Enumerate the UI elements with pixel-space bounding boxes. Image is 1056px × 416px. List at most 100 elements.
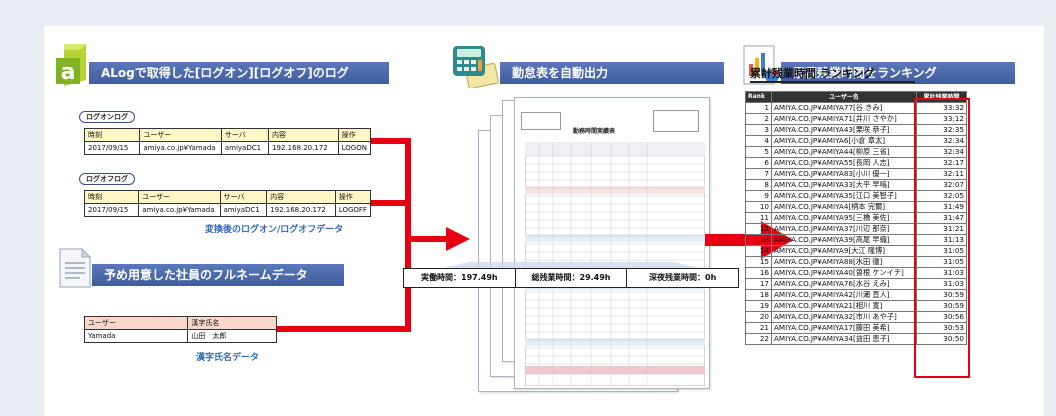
cell-user-name: AMIYA.CO.JP¥AMIYA39[高尾 早織] bbox=[771, 233, 917, 246]
table-header-row: 時刻 ユーザー サーバ 内容 操作 bbox=[83, 128, 372, 142]
cell-user-name: AMIYA.CO.JP¥AMIYA40[曽根 ケンイチ] bbox=[771, 266, 917, 279]
header-time: 時刻 bbox=[83, 128, 141, 142]
summary-overtime-hours: 総残業時間：29.49h bbox=[516, 269, 628, 287]
cell-rank: 4 bbox=[745, 134, 772, 147]
ranking-title: 累計残業時間 ランキング bbox=[750, 67, 875, 80]
header-operation: 操作 bbox=[337, 128, 372, 142]
cell-rank: 18 bbox=[745, 288, 772, 301]
arrow-right-icon bbox=[446, 227, 470, 251]
header-user: ユーザー bbox=[83, 316, 189, 330]
summary-work-hours: 実働時間：197.49h bbox=[404, 269, 516, 287]
cell-rank: 13 bbox=[745, 233, 772, 246]
cell-server: amiyaDC1 bbox=[219, 203, 268, 217]
cell-rank: 22 bbox=[745, 332, 772, 345]
logon-log-table: 時刻 ユーザー サーバ 内容 操作 2017/09/15 amiya.co.jp… bbox=[83, 128, 372, 155]
ranking-highlight-box bbox=[914, 98, 970, 378]
connector-name-h bbox=[277, 326, 411, 332]
cell-user-name: AMIYA.CO.JP¥AMIYA32[市川 あや子] bbox=[771, 310, 917, 323]
table-row: 2017/09/15 amiya.co.jp¥Yamada amiyaDC1 1… bbox=[83, 141, 372, 155]
header-server: サーバ bbox=[219, 190, 268, 204]
cell-user-name: AMIYA.CO.JP¥AMIYA42[川瀬 直人] bbox=[771, 288, 917, 301]
timesheet-signature-box bbox=[653, 110, 699, 132]
cell-user-name: AMIYA.CO.JP¥AMIYA9[大江 隆博] bbox=[771, 244, 917, 257]
connector-to-arrow bbox=[411, 236, 447, 242]
cell-user-name: AMIYA.CO.JP¥AMIYA95[三橋 美佐] bbox=[771, 211, 917, 224]
cell-rank: 10 bbox=[745, 200, 772, 213]
cell-content: 192.168.20.172 bbox=[266, 203, 336, 217]
cell-user-name: AMIYA.CO.JP¥AMIYA83[小川 優一] bbox=[771, 167, 917, 180]
cell-time: 2017/09/15 bbox=[83, 141, 141, 155]
fullname-section-banner: 予め用意した社員のフルネームデータ bbox=[92, 264, 344, 286]
cell-user-name: AMIYA.CO.JP¥AMIYA6[小倉 章太] bbox=[771, 134, 917, 147]
logoff-log-table: 時刻 ユーザー サーバ 内容 操作 2017/09/15 amiya.co.jp… bbox=[83, 190, 372, 217]
summary-late-night-hours: 深夜残業時間：0h bbox=[649, 273, 717, 282]
kanji-name-data-caption: 漢字氏名データ bbox=[196, 353, 260, 363]
cell-rank: 6 bbox=[745, 156, 772, 169]
cell-user-name: AMIYA.CO.JP¥AMIYA76[水谷 えみ] bbox=[771, 277, 917, 290]
cell-user-name: AMIYA.CO.JP¥AMIYA43[栗咲 恭子] bbox=[771, 123, 917, 136]
cell-rank: 2 bbox=[745, 112, 772, 125]
cell-rank: 20 bbox=[745, 310, 772, 323]
cell-rank: 11 bbox=[745, 211, 772, 224]
cell-user: amiya.co.jp¥Yamada bbox=[139, 141, 222, 155]
table-row: 2017/09/15 amiya.co.jp¥Yamada amiyaDC1 1… bbox=[83, 203, 372, 217]
cell-rank: 1 bbox=[745, 101, 772, 114]
logon-log-label: ログオンログ bbox=[79, 111, 135, 123]
timesheet-page-front: 勤務時間実績表 bbox=[514, 97, 710, 389]
cell-user-name: AMIYA.CO.JP¥AMIYA44[柳原 三省] bbox=[771, 145, 917, 158]
cell-rank: 19 bbox=[745, 299, 772, 312]
document-icon bbox=[59, 247, 92, 288]
timecard-section-banner: 勤怠表を自動出力 bbox=[500, 62, 724, 84]
header-rank: Rank bbox=[745, 91, 772, 103]
cell-server: amiyaDC1 bbox=[220, 141, 270, 155]
cell-rank: 7 bbox=[745, 167, 772, 180]
converted-data-caption: 変換後のログオン/ログオフデータ bbox=[205, 225, 344, 235]
cell-user-name: AMIYA.CO.JP¥AMIYA4[柄本 完爾] bbox=[771, 200, 917, 213]
diagram-stage: a ALogで取得した[ログオン][ログオフ]のログ ログオンログ 時刻 ユーザ… bbox=[0, 0, 1056, 416]
cell-rank: 12 bbox=[745, 222, 772, 235]
header-time: 時刻 bbox=[83, 190, 140, 204]
header-operation: 操作 bbox=[334, 190, 372, 204]
header-user-name: ユーザー名 bbox=[771, 91, 917, 103]
cell-user-name: AMIYA.CO.JP¥AMIYA55[長岡 人志] bbox=[771, 156, 917, 169]
fullname-table: ユーザー 漢字氏名 Yamada 山田 太郎 bbox=[83, 316, 277, 343]
cell-rank: 21 bbox=[745, 321, 772, 334]
cell-rank: 14 bbox=[745, 244, 772, 257]
calculator-icon bbox=[453, 46, 499, 88]
cell-user-name: AMIYA.CO.JP¥AMIYA71[井川 さやか] bbox=[771, 112, 917, 125]
timesheet-title: 勤務時間実績表 bbox=[573, 128, 616, 135]
logoff-log-label: ログオフログ bbox=[79, 173, 135, 185]
table-header-row: 時刻 ユーザー サーバ 内容 操作 bbox=[83, 190, 372, 204]
cell-operation: LOGON bbox=[337, 141, 372, 155]
cell-user-name: AMIYA.CO.JP¥AMIYA33[大平 早嗚] bbox=[771, 178, 917, 191]
cell-rank: 5 bbox=[745, 145, 772, 158]
cell-rank: 8 bbox=[745, 178, 772, 191]
cell-user-name: AMIYA.CO.JP¥AMIYA37[川辺 那奈] bbox=[771, 222, 917, 235]
cell-user-name: AMIYA.CO.JP¥AMIYA34[益田 恵子] bbox=[771, 332, 917, 345]
svg-text:a: a bbox=[61, 60, 76, 85]
cell-operation: LOGOFF bbox=[334, 203, 372, 217]
cell-user: Yamada bbox=[83, 329, 189, 343]
cell-user-name: AMIYA.CO.JP¥AMIYA21[相川 寛] bbox=[771, 299, 917, 312]
table-row: Yamada 山田 太郎 bbox=[83, 329, 277, 343]
table-header-row: ユーザー 漢字氏名 bbox=[83, 316, 277, 330]
timesheet-header-box bbox=[521, 112, 561, 130]
cell-user-name: AMIYA.CO.JP¥AMIYA88[水田 徹] bbox=[771, 255, 917, 268]
cell-user-name: AMIYA.CO.JP¥AMIYA77[谷 きみ] bbox=[771, 101, 917, 114]
cell-user: amiya.co.jp¥Yamada bbox=[138, 203, 221, 217]
connector-vertical bbox=[405, 138, 411, 332]
cell-user-name: AMIYA.CO.JP¥AMIYA17[藤田 美希] bbox=[771, 321, 917, 334]
cell-user-name: AMIYA.CO.JP¥AMIYA35[江口 美智子] bbox=[771, 189, 917, 202]
alog-section-banner: ALogで取得した[ログオン][ログオフ]のログ bbox=[89, 62, 389, 84]
header-content: 内容 bbox=[266, 190, 336, 204]
cell-rank: 3 bbox=[745, 123, 772, 136]
header-user: ユーザー bbox=[139, 128, 222, 142]
cell-rank: 15 bbox=[745, 255, 772, 268]
header-kanji-name: 漢字氏名 bbox=[187, 316, 277, 330]
header-content: 内容 bbox=[268, 128, 339, 142]
cell-content: 192.168.20.172 bbox=[268, 141, 339, 155]
cell-kanji-name: 山田 太郎 bbox=[187, 329, 277, 343]
header-user: ユーザー bbox=[138, 190, 221, 204]
cell-rank: 9 bbox=[745, 189, 772, 202]
cell-rank: 17 bbox=[745, 277, 772, 290]
